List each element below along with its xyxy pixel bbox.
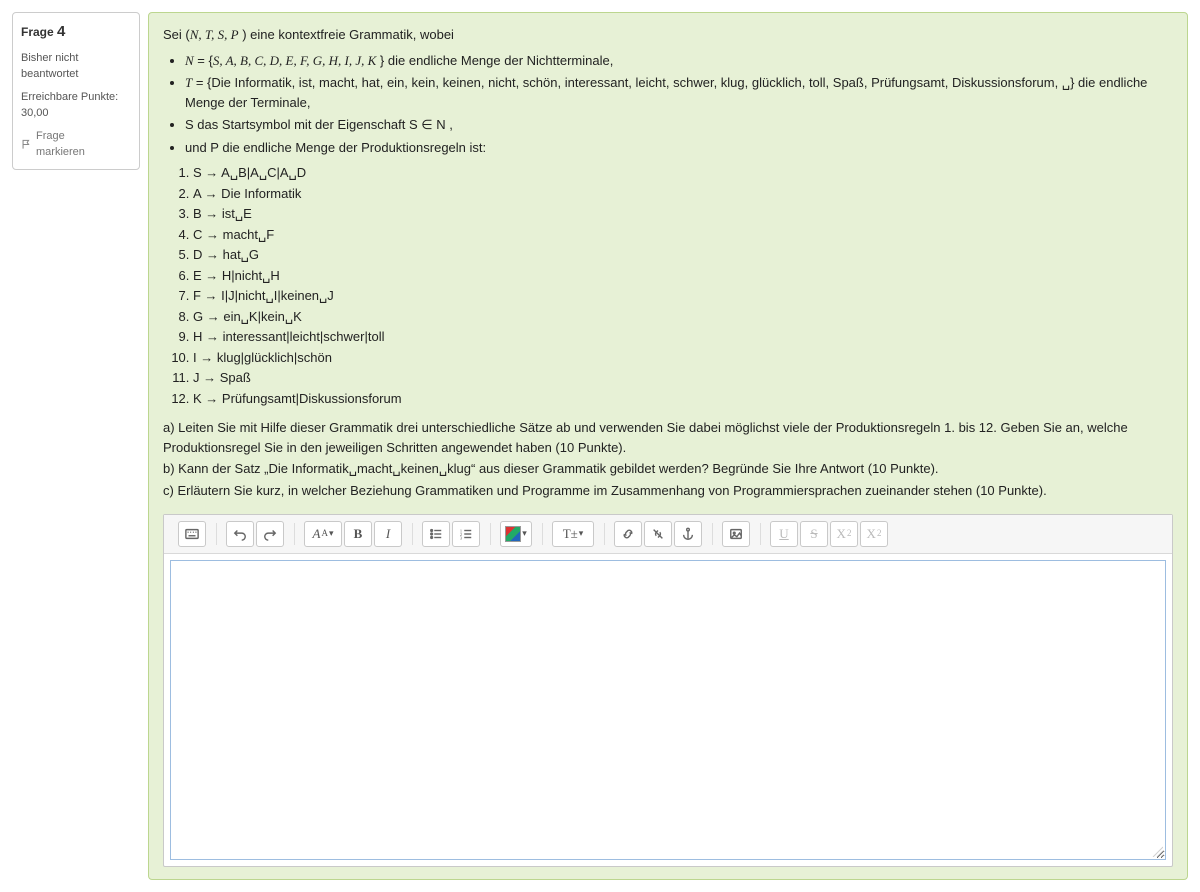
task-c: c) Erläutern Sie kurz, in welcher Bezieh… bbox=[163, 481, 1173, 501]
font-size-button[interactable]: T±▾ bbox=[552, 521, 594, 547]
production-rule: C → macht␣F bbox=[193, 225, 1173, 245]
production-rule: D → hat␣G bbox=[193, 245, 1173, 265]
production-rule: G → ein␣K|kein␣K bbox=[193, 307, 1173, 327]
production-rule: A → Die Informatik bbox=[193, 184, 1173, 204]
editor-toolbar: AA▾ B I 123 ▾ T±▾ bbox=[164, 515, 1172, 554]
text-color-button[interactable]: ▾ bbox=[500, 521, 532, 547]
resize-grip-icon[interactable] bbox=[1151, 845, 1163, 857]
image-button[interactable] bbox=[722, 521, 750, 547]
bold-button[interactable]: B bbox=[344, 521, 372, 547]
definition-list: N = {S, A, B, C, D, E, F, G, H, I, J, K … bbox=[185, 51, 1173, 158]
link-button[interactable] bbox=[614, 521, 642, 547]
def-productions: und P die endliche Menge der Produktions… bbox=[185, 138, 1173, 158]
answer-editor: AA▾ B I 123 ▾ T±▾ bbox=[163, 514, 1173, 867]
anchor-button[interactable] bbox=[674, 521, 702, 547]
production-rule: H → interessant|leicht|schwer|toll bbox=[193, 327, 1173, 347]
unlink-button[interactable] bbox=[644, 521, 672, 547]
flag-question-link[interactable]: Fragemarkieren bbox=[21, 128, 131, 161]
superscript-button[interactable]: X2 bbox=[860, 521, 888, 547]
question-content: Sei (N, T, S, P ) eine kontextfreie Gram… bbox=[148, 12, 1188, 880]
redo-button[interactable] bbox=[256, 521, 284, 547]
production-rule: I → klug|glücklich|schön bbox=[193, 348, 1173, 368]
bullet-list-button[interactable] bbox=[422, 521, 450, 547]
production-rule: E → H|nicht␣H bbox=[193, 266, 1173, 286]
tasks: a) Leiten Sie mit Hilfe dieser Grammatik… bbox=[163, 418, 1173, 500]
italic-button[interactable]: I bbox=[374, 521, 402, 547]
production-rule: K → Prüfungsamt|Diskussionsforum bbox=[193, 389, 1173, 409]
def-start: S das Startsymbol mit der Eigenschaft S … bbox=[185, 115, 1173, 135]
numbered-list-button[interactable]: 123 bbox=[452, 521, 480, 547]
production-rules-list: S → A␣B|A␣C|A␣DA → Die InformatikB → ist… bbox=[193, 163, 1173, 408]
def-nonterminals: N = {S, A, B, C, D, E, F, G, H, I, J, K … bbox=[185, 51, 1173, 71]
answer-textarea[interactable] bbox=[170, 560, 1166, 860]
undo-button[interactable] bbox=[226, 521, 254, 547]
question-status: Bisher nichtbeantwortet bbox=[21, 50, 131, 83]
strike-button[interactable]: S bbox=[800, 521, 828, 547]
svg-text:3: 3 bbox=[460, 535, 463, 540]
question-info-box: Frage 4 Bisher nichtbeantwortet Erreichb… bbox=[12, 12, 140, 170]
question-intro: Sei (N, T, S, P ) eine kontextfreie Gram… bbox=[163, 25, 1173, 45]
underline-button[interactable]: U bbox=[770, 521, 798, 547]
production-rule: B → ist␣E bbox=[193, 204, 1173, 224]
font-family-button[interactable]: AA▾ bbox=[304, 521, 342, 547]
flag-icon bbox=[21, 139, 32, 150]
keyboard-icon[interactable] bbox=[178, 521, 206, 547]
production-rule: S → A␣B|A␣C|A␣D bbox=[193, 163, 1173, 183]
production-rule: F → I|J|nicht␣I|keinen␣J bbox=[193, 286, 1173, 306]
question-points: Erreichbare Punkte:30,00 bbox=[21, 89, 131, 122]
question-number: Frage 4 bbox=[21, 21, 131, 44]
task-a: a) Leiten Sie mit Hilfe dieser Grammatik… bbox=[163, 418, 1173, 457]
production-rule: J → Spaß bbox=[193, 368, 1173, 388]
task-b: b) Kann der Satz „Die Informatik␣macht␣k… bbox=[163, 459, 1173, 479]
def-terminals: T = {Die Informatik, ist, macht, hat, ei… bbox=[185, 73, 1173, 112]
subscript-button[interactable]: X2 bbox=[830, 521, 858, 547]
